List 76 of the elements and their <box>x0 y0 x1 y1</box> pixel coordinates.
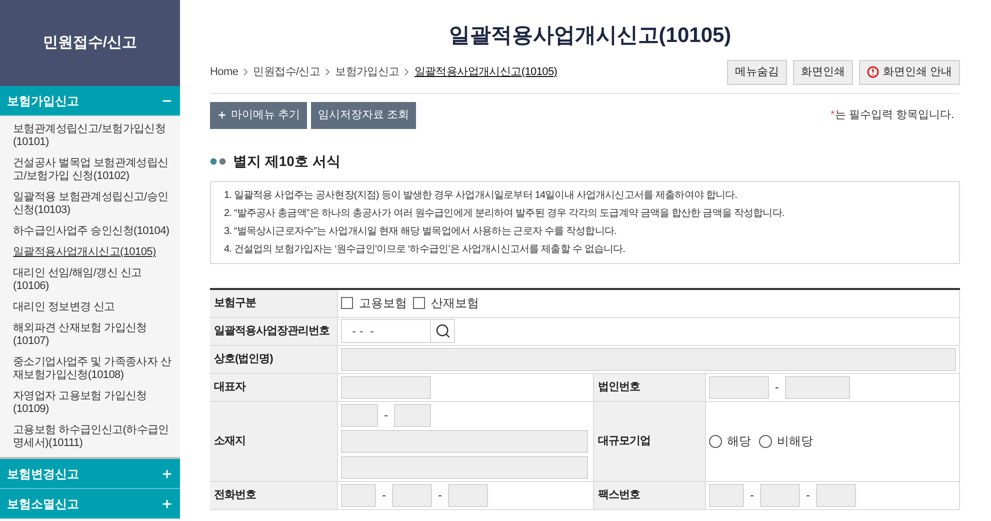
search-button[interactable] <box>431 319 455 343</box>
input-field[interactable] <box>392 484 432 506</box>
action-button[interactable]: 마이메뉴 추기 <box>210 102 308 128</box>
plus-icon <box>217 110 227 120</box>
field-label: 법인번호 <box>598 380 640 395</box>
input-field[interactable] <box>341 484 376 506</box>
chevron-right-icon <box>325 68 330 76</box>
field-label: 소재지 <box>214 434 246 449</box>
input-field[interactable] <box>341 404 378 426</box>
action-button[interactable]: 임시저장자료 조회 <box>311 102 416 128</box>
field-label: 일괄적용사업장관리번호 <box>214 324 330 339</box>
input-field[interactable] <box>341 430 588 452</box>
sidebar-title: 민원접수/신고 <box>42 32 138 53</box>
field-label: 보험구분 <box>214 296 256 311</box>
submenu-item[interactable]: 대리인 정보변경 신고 <box>13 301 174 314</box>
input-field[interactable] <box>709 376 769 398</box>
breadcrumb-link[interactable]: 민원접수/신고 <box>253 64 320 80</box>
input-field[interactable] <box>709 484 744 506</box>
required-note: *는 필수입력 항목입니다. <box>830 108 955 123</box>
notice-text: 4. 건설업의 보험가입자는 ‘원수급인’이므로 ‘하수급인’은 사업개시신고서를 제출할 수 없습니다. <box>224 242 626 256</box>
dash-separator: - <box>438 487 442 504</box>
input-field[interactable] <box>785 376 850 398</box>
field-label: 대규모기업 <box>598 434 650 449</box>
checkbox[interactable] <box>413 297 425 309</box>
dash-separator: - <box>750 487 754 504</box>
submenu-item[interactable]: 고용보험 하수급인신고(하수급인 명세서)(10111) <box>13 424 174 450</box>
breadcrumb-link[interactable]: 보험가입신고 <box>335 64 400 80</box>
input-field[interactable] <box>760 484 800 506</box>
radio-label: 비해당 <box>777 433 813 450</box>
submenu-item[interactable]: 보험관계성립신고/보험가입신청(10101) <box>13 123 174 149</box>
page-title: 일괄적용사업개시신고(10105) <box>448 23 732 49</box>
submenu-item[interactable]: 해외파견 산재보험 가입신청(10107) <box>13 322 174 348</box>
dash-separator: - <box>382 487 386 504</box>
toolbar-button[interactable]: 메뉴숨김 <box>726 60 787 84</box>
field-label: 대표자 <box>214 380 246 395</box>
chevron-right-icon <box>404 68 410 76</box>
breadcrumb-link[interactable]: 일괄적용사업개시신고(10105) <box>414 64 558 80</box>
checkbox-label: 고용보험 <box>359 295 407 312</box>
dash-separator: - <box>775 379 779 396</box>
input-field[interactable]: - - - <box>341 319 431 343</box>
radio-label: 해당 <box>727 433 751 450</box>
toolbar-button[interactable]: 화면인쇄 안내 <box>858 60 960 84</box>
input-field[interactable] <box>341 376 431 398</box>
field-label: 전화번호 <box>214 488 256 503</box>
input-field[interactable] <box>394 404 431 426</box>
submenu-item[interactable]: 자영업자 고용보험 가입신청(10109) <box>13 390 174 416</box>
section-heading: 별지 제10호 서식 <box>233 152 340 170</box>
input-field[interactable] <box>816 484 856 506</box>
input-field[interactable] <box>448 484 488 506</box>
submenu-item[interactable]: 일괄적용사업개시신고(10105) <box>13 246 174 259</box>
dots-icon <box>210 158 227 164</box>
toolbar-button[interactable]: 화면인쇄 <box>792 60 853 84</box>
submenu-item[interactable]: 하수급인사업주 승인신청(10104) <box>13 225 174 238</box>
submenu-item[interactable]: 일괄적용 보험관계성립신고/승인신청(10103) <box>13 191 174 217</box>
submenu-item[interactable]: 중소기업사업주 및 가족종사자 산재보험가입신청(10108) <box>13 356 174 382</box>
expand-icon <box>161 468 173 480</box>
dash-separator: - <box>806 487 810 504</box>
notice-text: 2. “발주공사 총금액”은 하나의 총공사가 여러 원수급인에게 분리하여 발주된 경우 각각의 도급계약 금액을 합산한 금액을 작성합니다. <box>224 206 786 220</box>
breadcrumb-link[interactable]: Home <box>210 64 238 80</box>
expand-icon <box>161 498 173 510</box>
submenu-item[interactable]: 건설공사 벌목업 보험관계성립신고/보험가입 신청(10102) <box>13 157 174 183</box>
field-label: 상호(법인명) <box>214 352 273 367</box>
notice-text: 3. “벌목상시근로자수”는 사업개시일 현재 해당 벌목업에서 사용하는 근로자 수를 작성합니다. <box>224 224 618 238</box>
notice-text: 1. 일괄적용 사업주는 공사현장(지점) 등이 발생한 경우 사업개시일로부터 14일이내 사업개시신고서를 제출하여야 합니다. <box>224 188 738 202</box>
radio-button[interactable] <box>759 434 772 448</box>
checkbox-label: 산재보험 <box>431 295 479 312</box>
submenu-item[interactable]: 대리인 선임/해임/갱신 신고(10106) <box>13 267 174 293</box>
dash-separator: - <box>384 407 388 424</box>
chevron-right-icon <box>243 68 248 76</box>
checkbox[interactable] <box>341 297 353 309</box>
search-icon <box>434 323 450 339</box>
input-field[interactable] <box>341 456 588 478</box>
input-field[interactable] <box>341 348 956 370</box>
radio-button[interactable] <box>709 434 722 448</box>
field-label: 팩스번호 <box>598 488 640 503</box>
alert-icon <box>866 66 879 78</box>
